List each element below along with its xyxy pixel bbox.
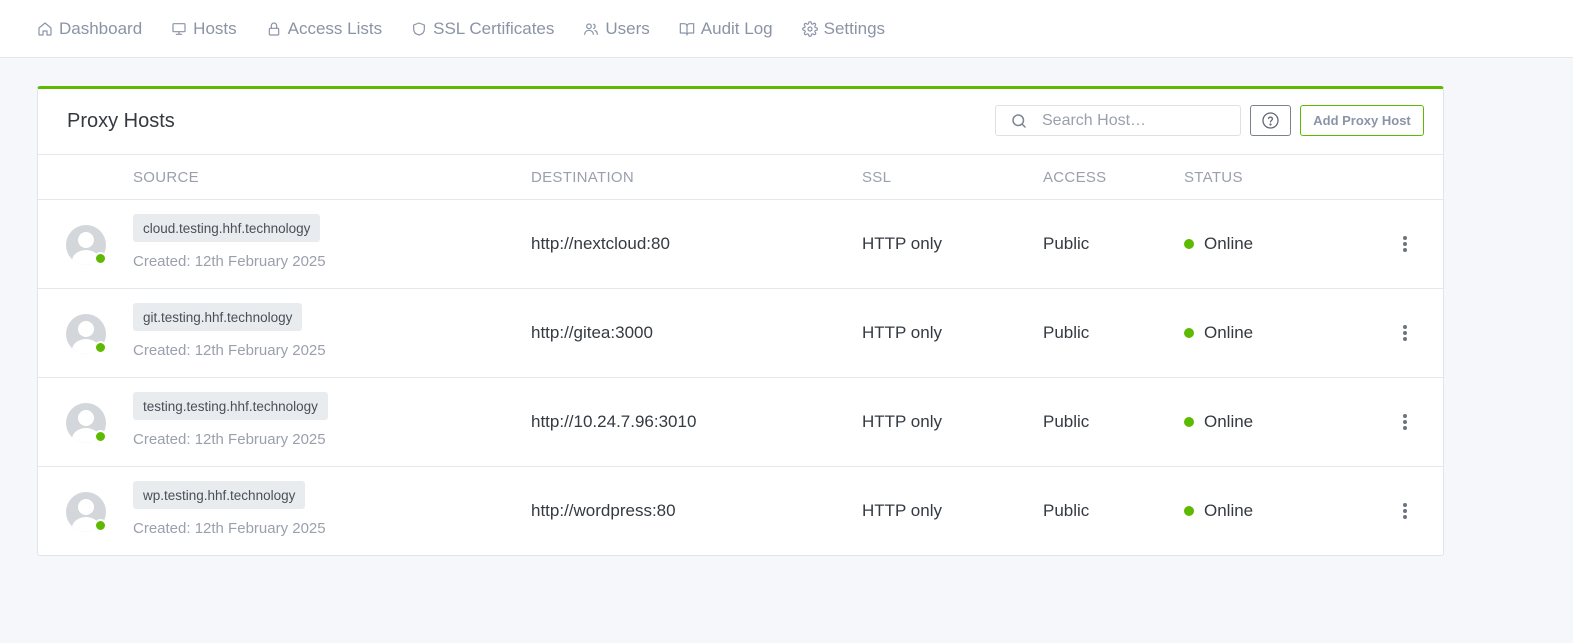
users-icon	[584, 22, 599, 35]
row-menu-button[interactable]	[1398, 234, 1412, 254]
status-dot	[1184, 417, 1194, 427]
online-indicator	[94, 519, 107, 532]
card-header: Proxy Hosts Add Proxy Host	[38, 89, 1443, 155]
column-header-status[interactable]: STATUS	[1184, 169, 1243, 186]
nav-item-settings[interactable]: Settings	[801, 18, 886, 39]
table-row: git.testing.hhf.technology Created: 12th…	[38, 289, 1443, 378]
status-text: Online	[1204, 412, 1254, 431]
table-row: testing.testing.hhf.technology Created: …	[38, 378, 1443, 467]
online-indicator	[94, 430, 107, 443]
domain-tag[interactable]: wp.testing.hhf.technology	[133, 481, 306, 509]
created-date: Created: 12th February 2025	[133, 431, 326, 448]
search-input[interactable]	[1042, 111, 1222, 130]
nav-item-label: Access Lists	[287, 18, 383, 38]
nav-item-ssl-certificates[interactable]: SSL Certificates	[411, 19, 554, 39]
nav-item-label: Settings	[823, 18, 886, 38]
created-date: Created: 12th February 2025	[133, 253, 326, 270]
table-row: wp.testing.hhf.technology Created: 12th …	[38, 467, 1443, 556]
top-navigation: Dashboard Hosts Access Lists SSL Certifi…	[0, 0, 1573, 58]
monitor-icon	[172, 22, 186, 35]
status-dot	[1184, 239, 1194, 249]
domain-tag[interactable]: testing.testing.hhf.technology	[133, 392, 328, 420]
search-icon	[1012, 113, 1026, 128]
status-cell: Online	[1184, 501, 1253, 521]
search-box[interactable]	[995, 105, 1241, 136]
ssl-cell: HTTP only	[862, 234, 942, 253]
nav-item-label: Users	[605, 18, 650, 38]
destination-cell: http://wordpress:80	[531, 501, 676, 520]
column-header-access[interactable]: ACCESS	[1043, 169, 1107, 186]
table-header: SOURCE DESTINATION SSL ACCESS STATUS	[38, 155, 1443, 200]
nav-item-label: SSL Certificates	[433, 18, 555, 38]
created-date: Created: 12th February 2025	[133, 520, 326, 537]
domain-tag[interactable]: git.testing.hhf.technology	[133, 303, 303, 331]
help-icon	[1262, 112, 1279, 129]
nav-item-hosts[interactable]: Hosts	[171, 18, 237, 39]
nav-item-label: Dashboard	[59, 18, 143, 38]
lock-icon	[268, 21, 279, 36]
home-icon	[38, 21, 52, 36]
ssl-cell: HTTP only	[862, 412, 942, 431]
destination-cell: http://gitea:3000	[531, 323, 653, 342]
book-icon	[679, 22, 695, 36]
shield-icon	[413, 21, 426, 36]
ssl-cell: HTTP only	[862, 501, 942, 520]
row-menu-button[interactable]	[1398, 323, 1412, 343]
ssl-cell: HTTP only	[862, 323, 942, 342]
column-header-ssl[interactable]: SSL	[862, 169, 891, 186]
row-menu-button[interactable]	[1398, 412, 1412, 432]
status-text: Online	[1204, 501, 1254, 520]
created-date: Created: 12th February 2025	[133, 342, 326, 359]
column-header-source[interactable]: SOURCE	[133, 169, 199, 186]
status-cell: Online	[1184, 323, 1253, 343]
destination-cell: http://nextcloud:80	[531, 234, 670, 253]
nav-item-label: Audit Log	[700, 18, 773, 38]
help-button[interactable]	[1250, 105, 1291, 136]
online-indicator	[94, 341, 107, 354]
status-dot	[1184, 506, 1194, 516]
access-cell: Public	[1043, 501, 1090, 520]
nav-item-audit-log[interactable]: Audit Log	[679, 19, 773, 39]
nav-item-label: Hosts	[193, 18, 237, 38]
proxy-hosts-card: Proxy Hosts Add Proxy Host SOURCE DESTIN…	[37, 86, 1444, 556]
nav-item-users[interactable]: Users	[583, 18, 650, 39]
destination-cell: http://10.24.7.96:3010	[531, 412, 697, 431]
online-indicator	[94, 252, 107, 265]
access-cell: Public	[1043, 323, 1090, 342]
access-cell: Public	[1043, 412, 1090, 431]
status-text: Online	[1204, 234, 1254, 253]
nav-item-access-lists[interactable]: Access Lists	[266, 19, 382, 39]
page-title: Proxy Hosts	[67, 110, 175, 132]
add-proxy-host-button[interactable]: Add Proxy Host	[1300, 105, 1424, 136]
status-dot	[1184, 328, 1194, 338]
status-cell: Online	[1184, 412, 1253, 432]
row-menu-button[interactable]	[1398, 501, 1412, 521]
access-cell: Public	[1043, 234, 1090, 253]
column-header-destination[interactable]: DESTINATION	[531, 169, 634, 186]
status-text: Online	[1204, 323, 1254, 342]
status-cell: Online	[1184, 234, 1253, 254]
nav-item-dashboard[interactable]: Dashboard	[37, 19, 142, 39]
gear-icon	[801, 20, 818, 37]
domain-tag[interactable]: cloud.testing.hhf.technology	[133, 214, 321, 242]
table-row: cloud.testing.hhf.technology Created: 12…	[38, 200, 1443, 289]
